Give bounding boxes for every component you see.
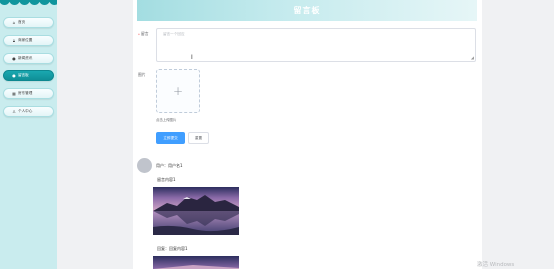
sidebar-item-label: 新闻资讯 — [18, 56, 33, 60]
comment-reply: 回复：回复内容1 — [157, 246, 188, 251]
plus-icon: + — [172, 84, 184, 98]
sidebar-item-label: 首页 — [18, 20, 26, 24]
dot-icon: ● — [12, 72, 16, 78]
user-icon: ♙ — [12, 108, 16, 114]
sidebar: ⌂ 首页 🔒︎ 商家位置 ● 新闻资讯 ● 留言板 ▦ 房东管理 ♙ 个人中心 — [0, 0, 57, 269]
decor-dot — [49, 0, 57, 5]
reset-button[interactable]: 重置 — [188, 132, 209, 144]
home-icon: ⌂ — [12, 19, 16, 25]
comment-user: 用户：用户名1 — [156, 163, 183, 168]
sidebar-item-profile[interactable]: ♙ 个人中心 — [3, 106, 54, 117]
sidebar-item-home[interactable]: ⌂ 首页 — [3, 17, 54, 28]
lock-icon: 🔒︎ — [12, 37, 16, 43]
submit-button[interactable]: 立即提交 — [156, 132, 185, 144]
sidebar-item-landlord[interactable]: ▦ 房东管理 — [3, 88, 54, 99]
upload-hint: 点击上传图片 — [156, 118, 177, 122]
message-label: 留言 — [140, 31, 149, 36]
comment-image — [153, 187, 239, 235]
sidebar-item-label: 商家位置 — [18, 38, 33, 42]
sidebar-item-label: 房东管理 — [18, 91, 33, 95]
top-decoration — [0, 0, 57, 6]
comment-message: 留言内容1 — [157, 177, 176, 182]
dot-icon: ● — [12, 55, 16, 61]
sidebar-item-news[interactable]: ● 新闻资讯 — [3, 53, 54, 64]
page-banner: 留言板 — [137, 0, 477, 21]
required-marker: * — [138, 31, 140, 37]
building-icon: ▦ — [12, 90, 16, 96]
message-label-row: * 留言 — [138, 31, 149, 37]
image-label: 图片 — [138, 72, 146, 77]
sidebar-item-label: 个人中心 — [18, 109, 33, 113]
resize-handle-icon[interactable]: ◢ — [471, 56, 474, 60]
windows-activation-watermark: 激活 Windows — [477, 262, 515, 268]
page-title: 留言板 — [293, 6, 321, 15]
text-cursor-icon: I — [191, 54, 193, 61]
sidebar-item-label: 留言板 — [18, 73, 29, 77]
avatar — [137, 158, 152, 173]
image-upload-box[interactable]: + — [156, 69, 200, 113]
sidebar-item-message-board[interactable]: ● 留言板 — [3, 70, 54, 81]
image-label-row: 图片 — [138, 72, 146, 78]
message-placeholder: 留言一个回应 — [163, 32, 185, 36]
reply-image — [153, 256, 239, 269]
message-textarea[interactable]: 留言一个回应 I ◢ — [156, 28, 476, 62]
sidebar-item-location[interactable]: 🔒︎ 商家位置 — [3, 35, 54, 46]
